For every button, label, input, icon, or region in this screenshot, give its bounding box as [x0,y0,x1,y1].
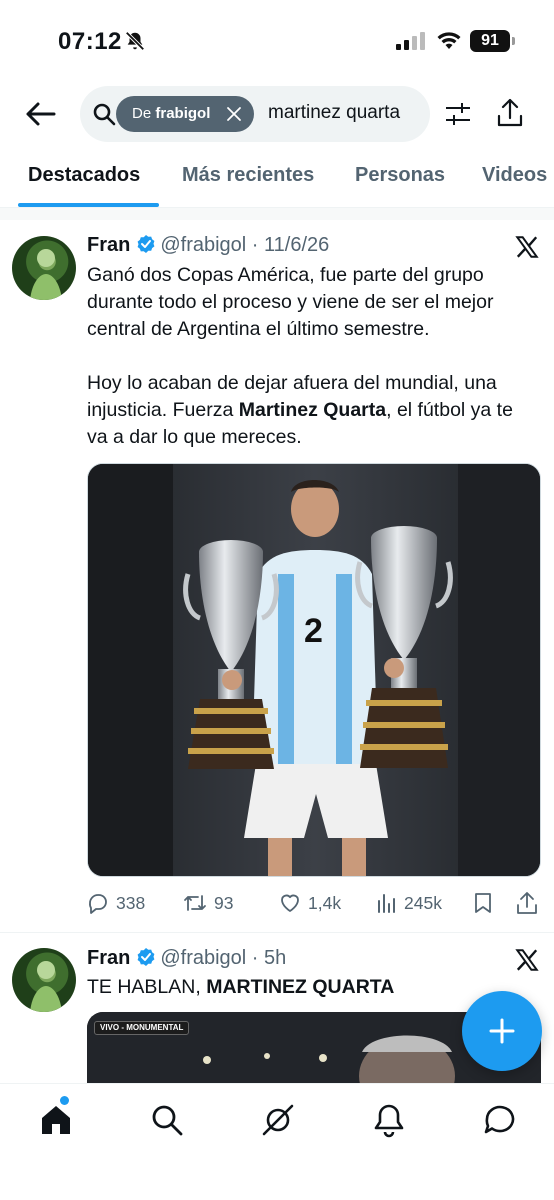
like-button[interactable]: 1,4k [278,888,341,918]
messages-icon[interactable] [482,1102,518,1138]
verified-icon [137,948,155,966]
notifications-icon[interactable] [371,1102,407,1138]
bell-off-icon [125,31,145,51]
x-logo-icon [515,236,539,258]
avatar[interactable] [12,948,76,1012]
reply-button[interactable]: 338 [86,888,145,918]
tweet-body: TE HABLAN, MARTINEZ QUARTA [87,974,537,1001]
grok-icon[interactable] [260,1102,296,1138]
status-bar: 07:12 91 [0,0,554,82]
signal-icon [396,32,425,50]
tweet-text-span: TE HABLAN, [87,976,207,998]
home-icon[interactable] [38,1102,74,1138]
wifi-icon [437,32,461,49]
status-time: 07:12 [58,28,122,55]
views-button[interactable]: 245k [376,888,442,918]
reply-count: 338 [116,892,146,913]
tweet-paragraph: Ganó dos Copas América, fue parte del gr… [87,264,494,340]
tweet-text-highlight: MARTINEZ QUARTA [206,976,395,998]
tab-videos[interactable]: Videos [482,164,547,187]
active-tab-indicator [18,203,159,207]
compose-button[interactable] [462,991,542,1071]
search-input[interactable]: De frabigol martinez quarta [80,86,430,142]
share-icon[interactable] [516,891,538,915]
avatar[interactable] [12,236,76,300]
tweet-header: Fran @frabigol · 5h [87,947,287,969]
author-handle[interactable]: @frabigol [160,234,246,256]
like-icon [281,894,299,912]
tab-mas-recientes[interactable]: Más recientes [182,164,314,187]
plus-icon [489,1018,515,1044]
repost-button[interactable]: 93 [182,888,233,918]
tab-destacados[interactable]: Destacados [28,164,140,187]
author-handle[interactable]: @frabigol [160,947,246,969]
close-icon[interactable] [226,106,242,122]
search-tabs: Destacados Más recientes Personas Videos [0,150,554,208]
notification-dot [60,1096,69,1105]
bookmark-icon[interactable] [472,891,494,915]
search-filter-chip[interactable]: De frabigol [116,96,254,132]
repost-icon [184,895,206,911]
views-count: 245k [404,892,442,913]
like-count: 1,4k [308,892,342,913]
search-icon [93,103,116,126]
battery-indicator: 91 [470,30,515,52]
avatar-image [30,961,62,1012]
verified-icon [137,235,155,253]
tweet-paragraph: Hoy lo acaban de dejar afuera del mundia… [87,370,537,451]
explore-icon[interactable] [149,1102,185,1138]
bottom-navigation [0,1083,554,1200]
search-query-text[interactable]: martinez quarta [268,102,400,124]
author-name[interactable]: Fran [87,234,130,256]
divider [0,208,554,220]
tweet-paragraph: TE HABLAN, MARTINEZ QUARTA [87,974,537,1001]
back-arrow-icon[interactable] [22,98,58,130]
reply-icon [89,894,107,914]
tweet-header: Fran @frabigol · 11/6/26 [87,234,330,256]
filter-icon[interactable] [444,100,472,128]
jersey-number: 2 [304,612,323,650]
chip-prefix: De [132,105,152,122]
tweet-actions: 338 93 1,4k 245k [86,888,546,918]
views-icon [378,894,395,913]
tweet-photo[interactable]: 2 [87,463,541,877]
divider [0,932,554,933]
chip-user: frabigol [155,105,211,122]
tweet-date[interactable]: 5h [264,947,286,969]
tweet-date[interactable]: 11/6/26 [264,234,329,256]
tab-personas[interactable]: Personas [355,164,445,187]
repost-count: 93 [214,892,234,913]
tweet-text-highlight: Martinez Quarta [238,399,387,421]
author-name[interactable]: Fran [87,947,130,969]
tweet-body: Ganó dos Copas América, fue parte del gr… [87,262,537,451]
avatar-image [30,249,62,300]
live-badge: VIVO - MONUMENTAL [94,1021,190,1035]
share-icon[interactable] [496,98,524,128]
trophy-photo: 2 [88,464,540,876]
x-logo-icon [515,949,539,971]
